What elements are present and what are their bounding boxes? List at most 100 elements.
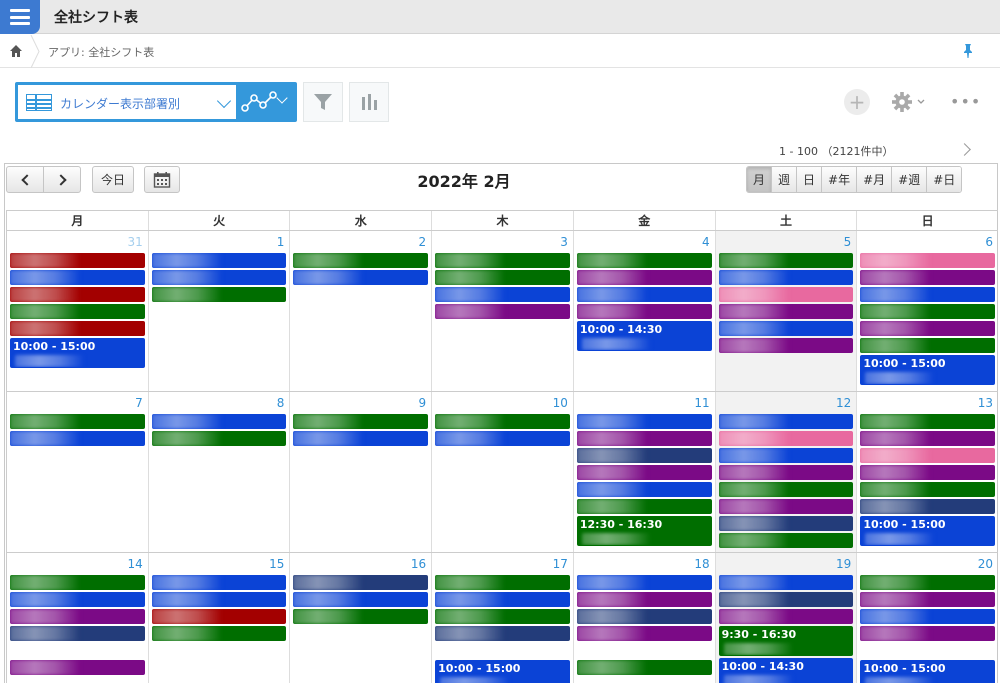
calendar-event[interactable] — [435, 304, 570, 319]
calendar-event[interactable] — [860, 304, 996, 319]
calendar-event[interactable] — [435, 287, 570, 302]
calendar-event[interactable] — [151, 609, 287, 624]
calendar-event[interactable] — [860, 448, 996, 463]
calendar-day-cell[interactable]: 12 — [714, 392, 857, 552]
calendar-event[interactable] — [576, 482, 712, 497]
calendar-event[interactable] — [718, 592, 854, 607]
calendar-event[interactable]: 10:00 - 15:00 — [860, 516, 996, 546]
calendar-event[interactable] — [435, 431, 570, 446]
calendar-event[interactable] — [293, 609, 429, 624]
calendar-event[interactable] — [718, 321, 854, 336]
calendar-event[interactable]: 10:00 - 15:00 — [860, 660, 996, 683]
day-number[interactable]: 6 — [857, 231, 998, 253]
calendar-event[interactable] — [576, 287, 712, 302]
calendar-event[interactable] — [10, 431, 145, 446]
calendar-event[interactable] — [576, 270, 712, 285]
add-record-button[interactable]: + — [844, 89, 870, 115]
calendar-day-cell[interactable]: 19 9:30 - 16:30 10:00 - 14:30 — [714, 553, 857, 683]
day-number[interactable]: 19 — [716, 553, 857, 575]
calendar-event[interactable] — [860, 270, 996, 285]
day-number[interactable]: 2 — [290, 231, 431, 253]
calendar-event[interactable] — [718, 287, 854, 302]
calendar-day-cell[interactable]: 6 10:00 - 15:00 — [856, 231, 998, 391]
calendar-day-cell[interactable]: 2 — [289, 231, 431, 391]
calendar-event[interactable] — [860, 626, 996, 641]
day-number[interactable]: 13 — [857, 392, 998, 414]
calendar-event[interactable] — [718, 431, 854, 446]
pin-icon[interactable] — [962, 43, 974, 59]
calendar-event[interactable] — [718, 270, 854, 285]
calendar-day-cell[interactable]: 7 — [6, 392, 148, 552]
calendar-event[interactable] — [293, 414, 429, 429]
calendar-event[interactable] — [151, 287, 287, 302]
calendar-event[interactable] — [860, 592, 996, 607]
calendar-event[interactable] — [576, 575, 712, 590]
calendar-event[interactable] — [860, 609, 996, 624]
calendar-event[interactable]: 10:00 - 15:00 — [10, 338, 145, 368]
calendar-event[interactable] — [576, 431, 712, 446]
calendar-event[interactable] — [293, 431, 429, 446]
calendar-event[interactable] — [718, 609, 854, 624]
calendar-event[interactable] — [718, 304, 854, 319]
calendar-event[interactable]: 10:00 - 14:30 — [718, 658, 854, 683]
calendar-event[interactable] — [293, 575, 429, 590]
graph-icon[interactable] — [241, 90, 277, 114]
calendar-event[interactable] — [576, 499, 712, 514]
calendar-event[interactable] — [151, 414, 287, 429]
calendar-event[interactable] — [151, 575, 287, 590]
calendar-event[interactable] — [576, 609, 712, 624]
calendar-event[interactable]: 10:00 - 15:00 — [860, 355, 996, 385]
calendar-event[interactable] — [10, 660, 145, 675]
calendar-event[interactable] — [576, 465, 712, 480]
calendar-event[interactable] — [718, 414, 854, 429]
calendar-event[interactable] — [10, 414, 145, 429]
calendar-event[interactable] — [718, 516, 854, 531]
calendar-event[interactable] — [576, 448, 712, 463]
calendar-event[interactable] — [435, 253, 570, 268]
view-dropdown[interactable]: カレンダー表示部署別 — [18, 85, 236, 119]
calendar-event[interactable] — [10, 609, 145, 624]
calendar-event[interactable] — [860, 431, 996, 446]
calendar-event[interactable] — [860, 465, 996, 480]
day-number[interactable]: 5 — [716, 231, 857, 253]
calendar-day-cell[interactable]: 3 — [431, 231, 573, 391]
calendar-event[interactable] — [860, 253, 996, 268]
calendar-event[interactable]: 9:30 - 16:30 — [718, 626, 854, 656]
calendar-event[interactable] — [860, 338, 996, 353]
calendar-event[interactable] — [293, 253, 429, 268]
day-number[interactable]: 12 — [716, 392, 857, 414]
view-tab[interactable]: #日 — [926, 167, 962, 192]
calendar-event[interactable] — [718, 338, 854, 353]
calendar-event[interactable] — [435, 270, 570, 285]
calendar-day-cell[interactable]: 18 — [572, 553, 715, 683]
settings-button[interactable] — [890, 90, 930, 114]
calendar-event[interactable] — [576, 253, 712, 268]
calendar-day-cell[interactable]: 17 10:00 - 15:00 — [431, 553, 573, 683]
calendar-day-cell[interactable]: 8 — [147, 392, 290, 552]
calendar-event[interactable] — [860, 287, 996, 302]
day-number[interactable]: 18 — [574, 553, 715, 575]
calendar-event[interactable] — [718, 448, 854, 463]
calendar-event[interactable] — [293, 592, 429, 607]
calendar-day-cell[interactable]: 20 10:00 - 15:00 — [856, 553, 998, 683]
calendar-event[interactable] — [151, 431, 287, 446]
calendar-day-cell[interactable]: 9 — [289, 392, 431, 552]
calendar-day-cell[interactable]: 11 12:30 - 16:30 — [572, 392, 715, 552]
day-number[interactable]: 10 — [432, 392, 573, 414]
day-number[interactable]: 15 — [149, 553, 290, 575]
calendar-event[interactable] — [718, 575, 854, 590]
calendar-event[interactable] — [860, 414, 996, 429]
day-number[interactable]: 20 — [857, 553, 998, 575]
calendar-event[interactable] — [10, 253, 145, 268]
calendar-event[interactable] — [435, 575, 570, 590]
view-tab[interactable]: 日 — [796, 167, 822, 192]
more-options-button[interactable]: ••• — [950, 92, 980, 112]
calendar-event[interactable] — [10, 575, 145, 590]
calendar-event[interactable] — [576, 592, 712, 607]
chart-button[interactable] — [349, 82, 389, 122]
calendar-event[interactable] — [435, 592, 570, 607]
day-number[interactable]: 16 — [290, 553, 431, 575]
calendar-day-cell[interactable]: 31 10:00 - 15:00 — [6, 231, 148, 391]
filter-button[interactable] — [303, 82, 343, 122]
calendar-event[interactable] — [10, 304, 145, 319]
